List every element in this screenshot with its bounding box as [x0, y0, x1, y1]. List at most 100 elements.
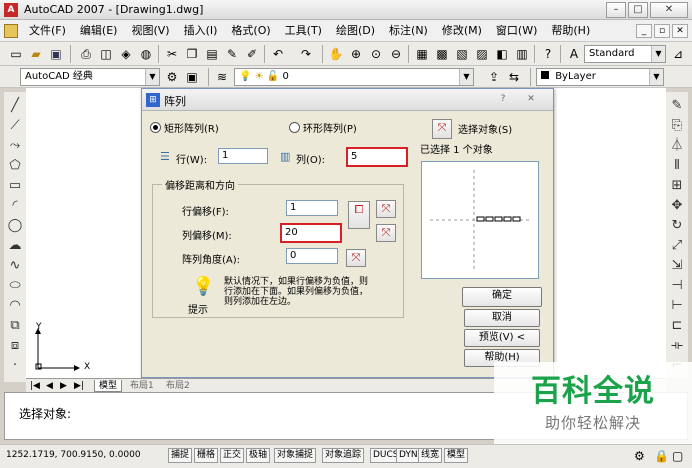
polar-array-radio[interactable]	[289, 122, 300, 133]
save-workspace-icon[interactable]: ▣	[184, 69, 200, 85]
make-object-layer-current-icon[interactable]: ⇪	[486, 69, 502, 85]
rotate-icon[interactable]: ↻	[666, 216, 688, 236]
polyline-icon[interactable]: ⤳	[4, 136, 26, 156]
etransmit-icon[interactable]: ◍	[138, 46, 154, 62]
array-angle-input[interactable]: 0	[286, 248, 338, 264]
open-icon[interactable]: ▰	[28, 46, 44, 62]
make-block-icon[interactable]: ⧈	[4, 336, 26, 356]
row-offset-input[interactable]: 1	[286, 200, 338, 216]
zoom-realtime-icon[interactable]: ⊕	[348, 46, 364, 62]
workspace-settings-icon[interactable]: ⚙	[164, 69, 180, 85]
menu-window[interactable]: 窗口(W)	[489, 20, 544, 42]
markup-icon[interactable]: ◧	[494, 46, 510, 62]
design-center-icon[interactable]: ▩	[434, 46, 450, 62]
tab-first-icon[interactable]: |◀	[30, 380, 40, 392]
mdi-minimize-button[interactable]: _	[636, 24, 652, 38]
ellipse-icon[interactable]: ⬭	[4, 276, 26, 296]
ellipse-arc-icon[interactable]: ◠	[4, 296, 26, 316]
offset-icon[interactable]: ⫴	[666, 156, 688, 176]
copy-icon[interactable]: ❐	[184, 46, 200, 62]
pick-angle-icon[interactable]: ⤧	[346, 249, 366, 267]
cut-icon[interactable]: ✂	[164, 46, 180, 62]
stretch-icon[interactable]: ⇲	[666, 256, 688, 276]
pick-both-offsets-icon[interactable]: ⧠	[348, 201, 370, 229]
menu-help[interactable]: 帮助(H)	[544, 20, 597, 42]
tab-last-icon[interactable]: ▶|	[74, 380, 84, 392]
document-icon[interactable]	[4, 24, 18, 38]
layer-manager-icon[interactable]: ≋	[214, 69, 230, 85]
linetype-select[interactable]: ByLayer ▼	[536, 68, 664, 86]
copy-object-icon[interactable]: ⎘	[666, 116, 688, 136]
zoom-previous-icon[interactable]: ⊖	[388, 46, 404, 62]
block-editor-icon[interactable]: ✐	[244, 46, 260, 62]
tool-palettes-icon[interactable]: ▧	[454, 46, 470, 62]
point-icon[interactable]: ·	[4, 356, 26, 376]
calculator-icon[interactable]: ▥	[514, 46, 530, 62]
columns-input[interactable]: 5	[346, 147, 408, 167]
plot-preview-icon[interactable]: ◫	[98, 46, 114, 62]
tab-next-icon[interactable]: ▶	[60, 380, 67, 392]
grid-toggle[interactable]: 栅格	[194, 448, 219, 463]
construction-line-icon[interactable]: ⟋	[4, 116, 26, 136]
arc-icon[interactable]: ◜	[4, 196, 26, 216]
properties-icon[interactable]: ▦	[414, 46, 430, 62]
select-objects-button[interactable]: ⤧	[432, 119, 452, 139]
circle-icon[interactable]: ◯	[4, 216, 26, 236]
new-icon[interactable]: ▭	[8, 46, 24, 62]
tab-layout1[interactable]: 布局1	[126, 380, 158, 392]
revision-cloud-icon[interactable]: ☁	[4, 236, 26, 256]
erase-icon[interactable]: ✎	[666, 96, 688, 116]
line-icon[interactable]: ╱	[4, 96, 26, 116]
dialog-close-button[interactable]: ✕	[522, 92, 540, 106]
ortho-toggle[interactable]: 正交	[220, 448, 245, 463]
cancel-button[interactable]: 取消	[464, 309, 540, 327]
workspace-select[interactable]: AutoCAD 经典 ▼	[20, 68, 160, 86]
model-toggle[interactable]: 模型	[444, 448, 469, 463]
tab-model[interactable]: 模型	[94, 380, 123, 392]
redo-icon[interactable]: ↷	[298, 46, 314, 62]
publish-icon[interactable]: ◈	[118, 46, 134, 62]
menu-dimension[interactable]: 标注(N)	[382, 20, 435, 42]
trim-icon[interactable]: ⊣	[666, 276, 688, 296]
menu-edit[interactable]: 编辑(E)	[73, 20, 125, 42]
save-icon[interactable]: ▣	[48, 46, 64, 62]
rect-array-radio[interactable]	[150, 122, 161, 133]
menu-tools[interactable]: 工具(T)	[278, 20, 329, 42]
col-offset-input[interactable]: 20	[280, 223, 342, 243]
extend-icon[interactable]: ⊢	[666, 296, 688, 316]
pick-col-offset-icon[interactable]: ⤧	[376, 224, 396, 242]
tab-layout2[interactable]: 布局2	[162, 380, 194, 392]
text-style-select[interactable]: Standard ▼	[584, 45, 666, 63]
move-icon[interactable]: ✥	[666, 196, 688, 216]
menu-draw[interactable]: 绘图(D)	[329, 20, 382, 42]
break-icon[interactable]: ⊏	[666, 316, 688, 336]
spline-icon[interactable]: ∿	[4, 256, 26, 276]
layer-select[interactable]: 💡 ☀ 🔓 0 ▼	[234, 68, 474, 86]
maximize-button[interactable]: □	[628, 2, 648, 18]
lock-toolbar-icon[interactable]: 🔒	[654, 449, 669, 463]
scale-icon[interactable]: ⤢	[666, 236, 688, 256]
snap-toggle[interactable]: 捕捉	[168, 448, 193, 463]
menu-insert[interactable]: 插入(I)	[177, 20, 225, 42]
tab-prev-icon[interactable]: ◀	[46, 380, 53, 392]
dyn-toggle[interactable]: DYN	[396, 448, 421, 463]
rows-input[interactable]: 1	[218, 148, 268, 164]
mirror-icon[interactable]: ⏃	[666, 136, 688, 156]
otrack-toggle[interactable]: 对象追踪	[322, 448, 365, 463]
rectangle-icon[interactable]: ▭	[4, 176, 26, 196]
menu-view[interactable]: 视图(V)	[124, 20, 176, 42]
zoom-window-icon[interactable]: ⊙	[368, 46, 384, 62]
plot-icon[interactable]: ⎙	[78, 46, 94, 62]
help-icon[interactable]: ?	[540, 46, 556, 62]
insert-block-icon[interactable]: ⧉	[4, 316, 26, 336]
menu-format[interactable]: 格式(O)	[224, 20, 277, 42]
dim-style-icon[interactable]: ⊿	[670, 46, 686, 62]
layer-previous-icon[interactable]: ⇆	[506, 69, 522, 85]
communication-center-icon[interactable]: ⚙	[634, 449, 645, 463]
menu-modify[interactable]: 修改(M)	[435, 20, 489, 42]
polygon-icon[interactable]: ⬠	[4, 156, 26, 176]
sheet-set-icon[interactable]: ▨	[474, 46, 490, 62]
preview-button[interactable]: 预览(V) <	[464, 329, 540, 347]
undo-icon[interactable]: ↶	[270, 46, 286, 62]
clean-screen-icon[interactable]: ▢	[672, 449, 683, 463]
